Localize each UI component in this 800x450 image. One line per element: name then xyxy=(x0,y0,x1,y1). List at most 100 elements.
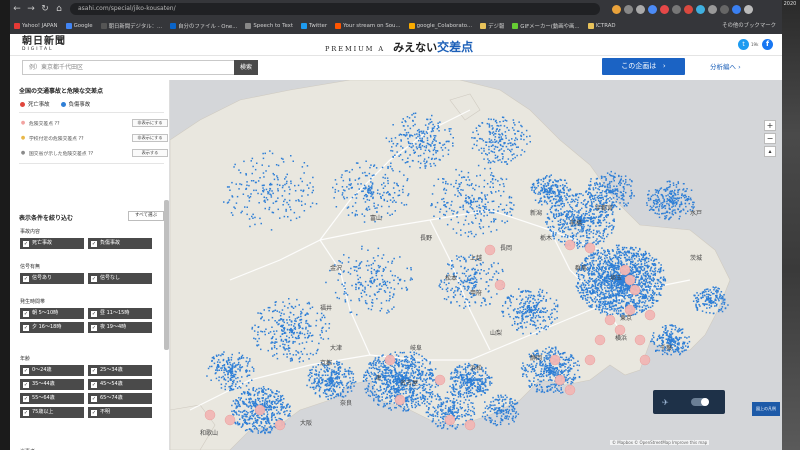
injury-point xyxy=(581,262,583,264)
filter-checkbox[interactable]: ✓ 55〜64歳 xyxy=(20,393,84,404)
show-layer-button[interactable]: 表示する xyxy=(132,149,168,157)
injury-point xyxy=(594,197,596,199)
filter-checkbox[interactable]: ✓ 25〜34歳 xyxy=(88,365,152,376)
filter-checkbox[interactable]: ✓ 信号なし xyxy=(88,273,152,284)
extension-icon[interactable] xyxy=(624,4,633,14)
extension-icon[interactable] xyxy=(648,4,657,14)
injury-point xyxy=(557,372,559,374)
filter-checkbox[interactable]: ✓ 夜 19〜4時 xyxy=(88,322,152,333)
hide-layer-button[interactable]: 非表示にする xyxy=(132,119,168,127)
bookmark[interactable]: 自分のファイル - One... xyxy=(170,22,237,30)
reload-icon[interactable]: ↻ xyxy=(38,2,52,16)
extension-icon[interactable] xyxy=(612,4,621,14)
about-project-button[interactable]: この企画は › xyxy=(602,58,685,75)
asahi-logo[interactable]: 朝日新聞 DIGITAL xyxy=(22,36,66,53)
injury-point xyxy=(408,361,410,363)
hide-layer-button[interactable]: 非表示にする xyxy=(132,134,168,142)
address-bar[interactable]: asahi.com/special/jiko-kousaten/ xyxy=(70,3,600,15)
injury-point xyxy=(574,362,577,364)
bookmark[interactable]: Speech to Text xyxy=(245,23,293,29)
search-button[interactable]: 検索 xyxy=(234,60,258,75)
profile-avatar-icon[interactable] xyxy=(732,4,741,14)
filter-checkbox[interactable]: ✓ 35〜44歳 xyxy=(20,379,84,390)
bookmark-folder[interactable]: デジ報 xyxy=(480,22,504,30)
back-icon[interactable]: ← xyxy=(10,2,24,16)
injury-point xyxy=(602,198,604,200)
injury-point xyxy=(409,376,411,378)
bookmark[interactable]: 朝日新聞デジタル：... xyxy=(100,22,162,30)
injury-point xyxy=(412,395,415,397)
injury-point xyxy=(618,294,620,296)
injury-point xyxy=(641,288,644,291)
filter-checkbox[interactable]: ✓ 信号あり xyxy=(20,273,84,284)
injury-point xyxy=(645,295,648,297)
other-bookmarks[interactable]: その他のブックマーク xyxy=(722,18,776,34)
injury-point xyxy=(612,201,614,203)
injury-point xyxy=(580,229,582,231)
injury-point xyxy=(566,379,569,381)
injury-point xyxy=(424,395,427,398)
bookmark[interactable]: Google xyxy=(65,23,93,29)
bookmark[interactable]: Twitter xyxy=(300,23,327,29)
filter-checkbox[interactable]: ✓ 負傷事故 xyxy=(88,238,152,249)
extension-icon[interactable] xyxy=(708,4,717,14)
menu-icon[interactable] xyxy=(744,4,753,14)
injury-point xyxy=(380,389,382,391)
injury-point xyxy=(603,237,605,240)
filter-checkbox[interactable]: ✓ 65〜74歳 xyxy=(88,393,152,404)
injury-point xyxy=(610,290,612,292)
bookmark-folder[interactable]: ICTRAD xyxy=(587,23,616,29)
filter-checkbox[interactable]: ✓ 45〜54歳 xyxy=(88,379,152,390)
sidebar-scrollbar[interactable] xyxy=(164,200,169,350)
injury-point xyxy=(389,379,392,381)
extension-icon[interactable] xyxy=(720,4,729,14)
facebook-share-icon[interactable]: f xyxy=(762,39,773,50)
injury-point xyxy=(379,386,382,389)
injury-point xyxy=(599,298,601,301)
extension-icon[interactable] xyxy=(696,4,705,14)
bookmark[interactable]: GIFメーカー(動画や画... xyxy=(512,22,580,30)
bookmark[interactable]: google_Colaborato... xyxy=(408,23,472,29)
chevron-right-icon: › xyxy=(738,63,741,71)
twitter-share-icon[interactable]: t xyxy=(738,39,749,50)
analysis-link[interactable]: 分析編へ › xyxy=(710,61,741,71)
injury-point xyxy=(547,184,549,186)
injury-point xyxy=(607,249,609,251)
address-search-input[interactable]: 例）東京都千代田区 xyxy=(22,60,244,75)
injury-point xyxy=(593,279,596,282)
filter-checkbox[interactable]: ✓ 朝 5〜10時 xyxy=(20,308,84,319)
filter-checkbox[interactable]: ✓ 75歳以上 xyxy=(20,407,84,418)
injury-point xyxy=(549,226,552,228)
injury-point xyxy=(378,366,380,368)
injury-point xyxy=(463,378,466,381)
filter-group-title: 信号有無 xyxy=(20,264,41,270)
injury-point xyxy=(622,199,624,201)
extension-icon[interactable] xyxy=(672,4,681,14)
injury-point xyxy=(580,202,583,204)
injury-point xyxy=(545,185,548,187)
filter-checkbox[interactable]: ✓ 夕 16〜18時 xyxy=(20,322,84,333)
injury-point xyxy=(580,193,582,195)
extension-icon[interactable] xyxy=(684,4,693,14)
select-all-button[interactable]: すべて選ぶ xyxy=(128,211,164,221)
bookmark[interactable]: Yahoo! JAPAN xyxy=(14,23,58,29)
injury-point xyxy=(584,220,587,222)
injury-point xyxy=(420,378,422,380)
bookmark[interactable]: Your stream on Sou... xyxy=(335,23,401,29)
injury-point xyxy=(563,223,565,226)
injury-point xyxy=(619,184,621,186)
bookmark-icon xyxy=(300,23,307,29)
injury-point xyxy=(423,378,425,380)
extension-icon[interactable] xyxy=(660,4,669,14)
accident-map[interactable]: 新潟 長岡 上越 長野 富山 金沢 福井 松本 甲府 前橋 宇都宮 水戸 群馬 埼玉 東京 横浜 千葉 静岡 浜松岐… xyxy=(170,80,782,450)
extension-icon[interactable] xyxy=(636,4,645,14)
filter-checkbox[interactable]: ✓ 昼 11〜15時 xyxy=(88,308,152,319)
injury-point xyxy=(598,219,600,222)
injury-point xyxy=(541,389,544,391)
filter-checkbox[interactable]: ✓ 0〜24歳 xyxy=(20,365,84,376)
filter-checkbox[interactable]: ✓ 不明 xyxy=(88,407,152,418)
forward-icon[interactable]: → xyxy=(24,2,38,16)
filter-checkbox[interactable]: ✓ 死亡事故 xyxy=(20,238,84,249)
injury-point xyxy=(647,272,649,275)
home-icon[interactable]: ⌂ xyxy=(52,2,66,16)
